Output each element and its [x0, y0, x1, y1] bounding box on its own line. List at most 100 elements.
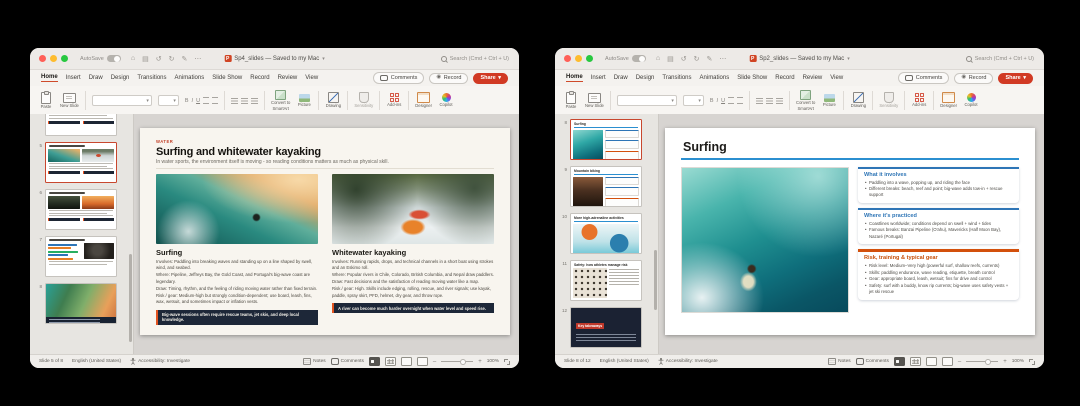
slide-counter[interactable]: Slide 8 of 12	[564, 359, 591, 364]
italic-button[interactable]: I	[192, 98, 194, 104]
notes-button[interactable]: Notes	[828, 358, 851, 365]
document-title[interactable]: P Sp4_slides — Saved to my Mac ▾	[224, 55, 325, 62]
thumbnail-slide-8[interactable]	[45, 283, 117, 324]
designer-button[interactable]: Designer	[415, 92, 432, 109]
fullscreen-button[interactable]	[586, 55, 593, 62]
close-button[interactable]	[564, 55, 571, 62]
font-size-select[interactable]: ▾	[158, 95, 179, 106]
italic-button[interactable]: I	[717, 98, 719, 104]
autosave-toggle[interactable]: AutoSave	[80, 55, 121, 62]
zoom-slider-knob[interactable]	[460, 359, 466, 365]
autosave-toggle[interactable]: AutoSave	[605, 55, 646, 62]
format-painter-icon[interactable]: ✎	[181, 55, 187, 63]
close-button[interactable]	[39, 55, 46, 62]
bold-button[interactable]: B	[710, 98, 714, 104]
fullscreen-button[interactable]	[61, 55, 68, 62]
accessibility-button[interactable]: Accessibility: Investigate	[130, 358, 190, 365]
zoom-out-button[interactable]: –	[433, 359, 436, 365]
tab-insert[interactable]: Insert	[591, 75, 606, 82]
paste-button[interactable]: Paste	[38, 92, 54, 110]
zoom-slider[interactable]	[966, 361, 998, 362]
thumbnail-slide-7[interactable]	[45, 236, 117, 277]
more-icon[interactable]: ⋯	[719, 55, 726, 63]
thumbnail-slide-6[interactable]	[45, 189, 117, 230]
designer-button[interactable]: Designer	[940, 92, 957, 109]
align-button[interactable]	[776, 98, 783, 104]
minimize-button[interactable]	[575, 55, 582, 62]
tab-home[interactable]: Home	[41, 74, 58, 82]
zoom-in-button[interactable]: +	[478, 359, 482, 365]
slideshow-view-button[interactable]	[417, 357, 428, 366]
search-field[interactable]: Search (Cmd + Ctrl + U)	[441, 56, 509, 62]
tab-slide-show[interactable]: Slide Show	[212, 75, 242, 82]
tab-home[interactable]: Home	[566, 74, 583, 82]
drawing-button[interactable]: Drawing	[850, 92, 866, 109]
zoom-out-button[interactable]: –	[958, 359, 961, 365]
drawing-button[interactable]: Drawing	[325, 92, 341, 109]
picture-button[interactable]: Picture	[296, 94, 312, 108]
reading-view-button[interactable]	[401, 357, 412, 366]
tab-draw[interactable]: Draw	[614, 75, 628, 82]
copilot-button[interactable]: Copilot	[438, 93, 454, 108]
tab-record[interactable]: Record	[775, 75, 794, 82]
thumbnail-slide-9[interactable]: Mountain biking	[570, 166, 642, 207]
thumbnail-slide-11[interactable]: Safety: how athletes manage risk	[570, 260, 642, 301]
font-color-button[interactable]	[728, 97, 734, 104]
new-slide-button[interactable]: New Slide	[60, 93, 79, 109]
thumbnail-slide-10[interactable]: More high-adrenaline activities	[570, 213, 642, 254]
thumbnail-slide-4[interactable]	[45, 114, 117, 136]
tab-animations[interactable]: Animations	[700, 75, 730, 82]
thumbnails-scrollbar[interactable]	[654, 250, 657, 310]
record-button[interactable]: ◉ Record	[429, 73, 468, 84]
share-button[interactable]: Share ▾	[998, 73, 1033, 84]
document-title[interactable]: P Sp2_slides — Saved to my Mac ▾	[749, 55, 850, 62]
numbering-button[interactable]	[766, 98, 773, 104]
underline-button[interactable]: U	[721, 98, 725, 104]
redo-icon[interactable]: ↻	[694, 55, 700, 63]
new-slide-button[interactable]: New Slide	[585, 93, 604, 109]
thumbnail-slide-5-selected[interactable]	[45, 142, 117, 183]
tab-transitions[interactable]: Transitions	[662, 75, 691, 82]
undo-icon[interactable]: ↺	[156, 55, 162, 63]
reading-view-button[interactable]	[926, 357, 937, 366]
align-button[interactable]	[251, 98, 258, 104]
record-button[interactable]: ◉ Record	[954, 73, 993, 84]
accessibility-button[interactable]: Accessibility: Investigate	[658, 358, 718, 365]
zoom-level[interactable]: 100%	[1012, 359, 1024, 364]
tab-design[interactable]: Design	[636, 75, 655, 82]
tab-view[interactable]: View	[305, 75, 318, 82]
bullets-button[interactable]	[231, 98, 238, 104]
tab-animations[interactable]: Animations	[175, 75, 205, 82]
comments-panel-button[interactable]: Comments	[856, 358, 889, 365]
comments-button[interactable]: Comments	[373, 72, 424, 84]
add-ins-button[interactable]: Add-ins	[911, 93, 927, 108]
share-button[interactable]: Share ▾	[473, 73, 508, 84]
slideshow-view-button[interactable]	[942, 357, 953, 366]
highlight-button[interactable]	[212, 97, 218, 104]
bold-button[interactable]: B	[185, 98, 189, 104]
comments-panel-button[interactable]: Comments	[331, 358, 364, 365]
font-name-select[interactable]: ▾	[92, 95, 152, 106]
language-button[interactable]: English (United States)	[600, 359, 649, 364]
convert-smartart-button[interactable]: Convert to SmartArt	[271, 90, 290, 112]
picture-button[interactable]: Picture	[821, 94, 837, 108]
zoom-slider-knob[interactable]	[985, 359, 991, 365]
tab-record[interactable]: Record	[250, 75, 269, 82]
fit-slide-button[interactable]	[1029, 359, 1035, 365]
slide-editor[interactable]: Surfing What it involves Paddling into a…	[665, 128, 1035, 335]
language-button[interactable]: English (United States)	[72, 359, 121, 364]
normal-view-button[interactable]	[894, 357, 905, 366]
font-color-button[interactable]	[203, 97, 209, 104]
slide-counter[interactable]: Slide 5 of 8	[39, 359, 63, 364]
notes-button[interactable]: Notes	[303, 358, 326, 365]
highlight-button[interactable]	[737, 97, 743, 104]
convert-smartart-button[interactable]: Convert to SmartArt	[796, 90, 815, 112]
numbering-button[interactable]	[241, 98, 248, 104]
zoom-level[interactable]: 100%	[487, 359, 499, 364]
tab-transitions[interactable]: Transitions	[137, 75, 166, 82]
font-name-select[interactable]: ▾	[617, 95, 677, 106]
search-field[interactable]: Search (Cmd + Ctrl + U)	[966, 56, 1034, 62]
slide-sorter-view-button[interactable]	[385, 357, 396, 366]
font-size-select[interactable]: ▾	[683, 95, 704, 106]
zoom-slider[interactable]	[441, 361, 473, 362]
